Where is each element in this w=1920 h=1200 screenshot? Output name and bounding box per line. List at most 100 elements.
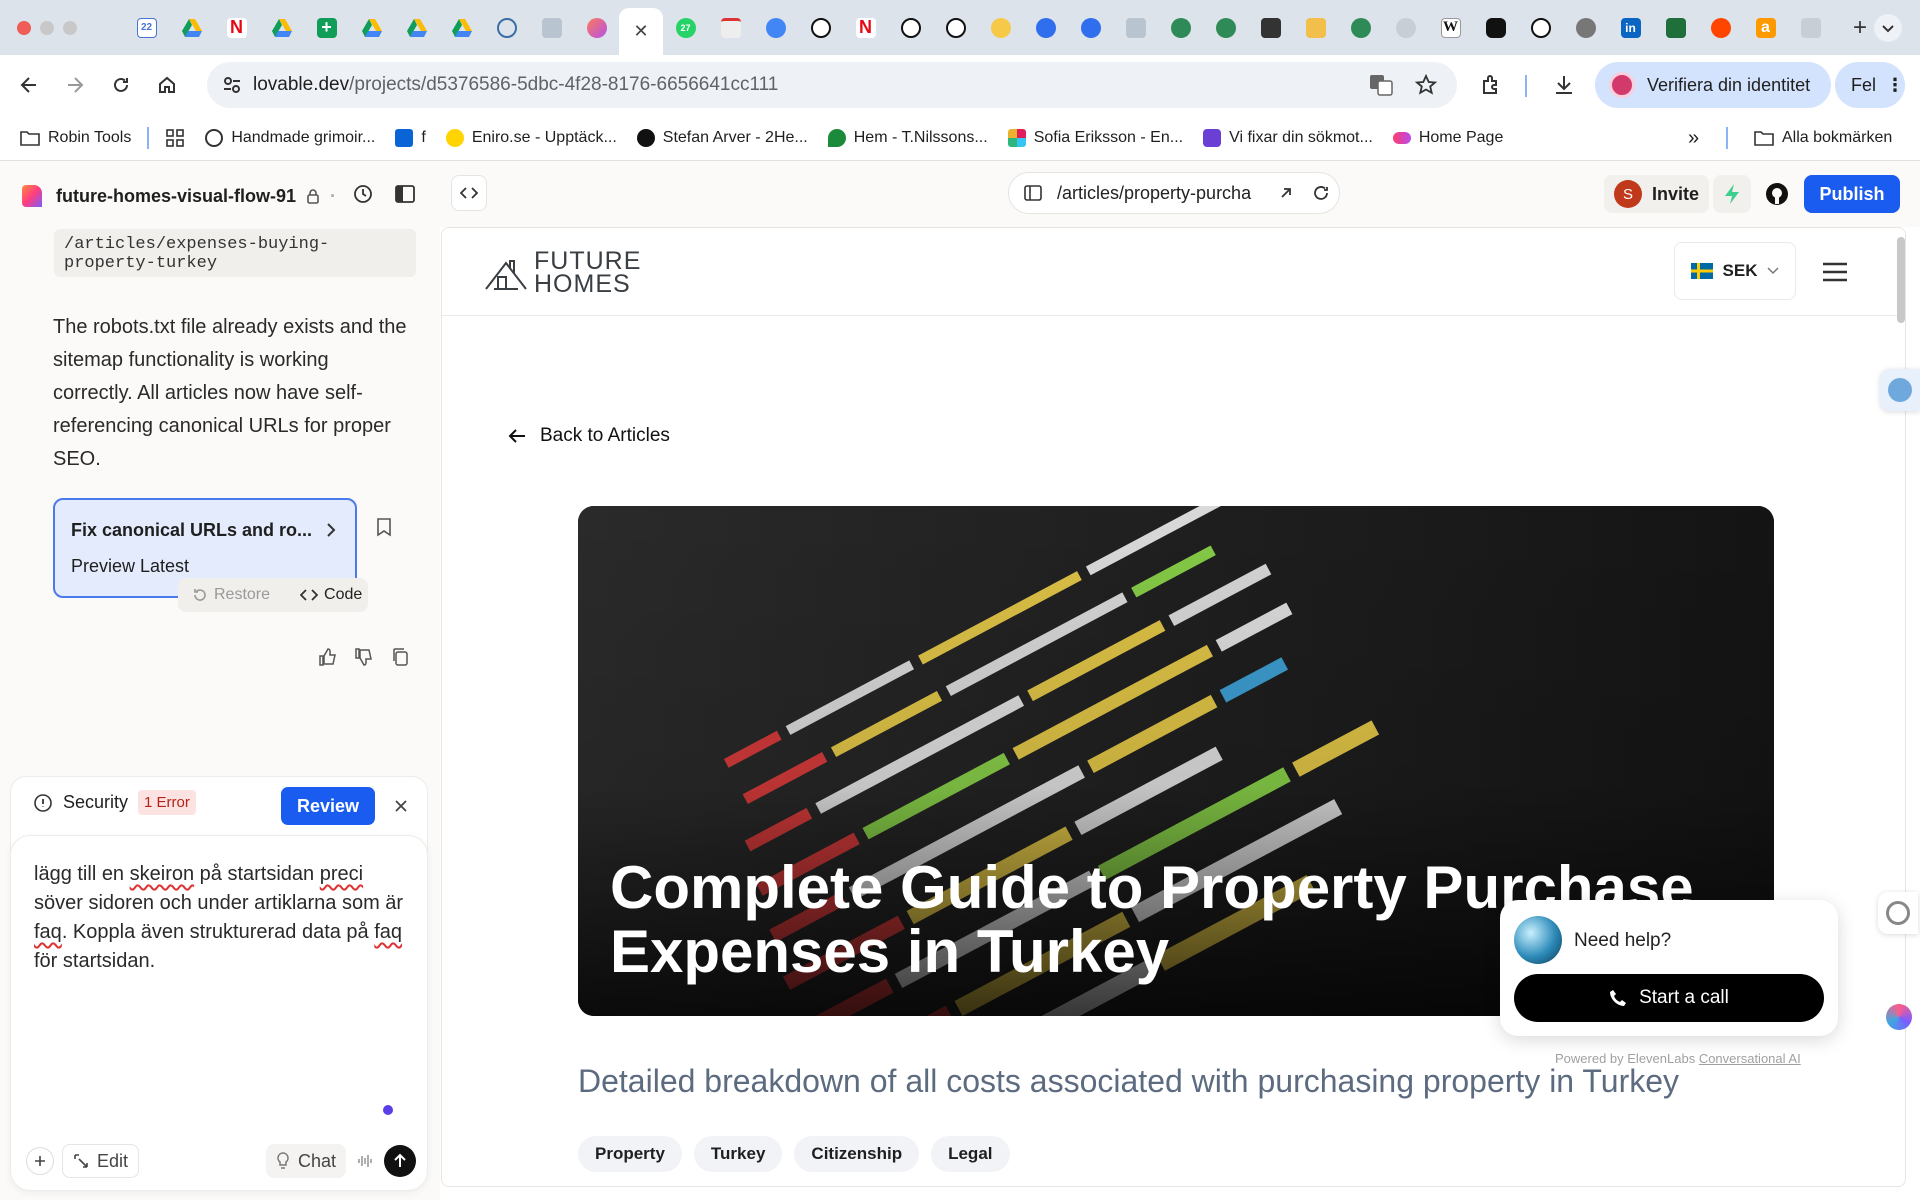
minimize-window-button[interactable] — [40, 20, 54, 35]
home-button[interactable] — [144, 62, 190, 108]
tab[interactable]: in — [1608, 0, 1653, 55]
tab[interactable] — [1383, 0, 1428, 55]
tab[interactable]: + — [304, 0, 349, 55]
tag-chip[interactable]: Citizenship — [794, 1136, 920, 1172]
back-button[interactable] — [6, 62, 52, 108]
tab[interactable] — [529, 0, 574, 55]
tab[interactable] — [259, 0, 304, 55]
tab[interactable] — [1203, 0, 1248, 55]
tab[interactable] — [169, 0, 214, 55]
code-view-button[interactable] — [451, 175, 487, 211]
side-extension-widget[interactable] — [1880, 369, 1920, 411]
tab[interactable] — [933, 0, 978, 55]
tab[interactable]: a — [1743, 0, 1788, 55]
tab[interactable]: W — [1428, 0, 1473, 55]
tab[interactable] — [1023, 0, 1068, 55]
thumbs-up-icon[interactable] — [318, 647, 338, 667]
back-to-articles-link[interactable]: Back to Articles — [508, 425, 670, 447]
tab[interactable] — [888, 0, 933, 55]
bookmark-item[interactable]: Eniro.se - Upptäck... — [436, 122, 627, 154]
translate-icon[interactable] — [1369, 74, 1393, 96]
preview-address-bar[interactable]: /articles/property-purcha — [1008, 172, 1340, 214]
copy-icon[interactable] — [391, 647, 409, 667]
tab[interactable] — [978, 0, 1023, 55]
close-icon[interactable] — [394, 799, 408, 813]
tab[interactable] — [1653, 0, 1698, 55]
more-bookmarks-icon[interactable]: » — [1688, 127, 1699, 150]
site-settings-icon[interactable] — [221, 74, 243, 96]
review-button[interactable]: Review — [281, 787, 375, 825]
reload-button[interactable] — [98, 62, 144, 108]
bookmark-item[interactable]: Sofia Eriksson - En... — [998, 122, 1193, 154]
voice-waveform-icon[interactable] — [356, 1152, 374, 1170]
history-icon[interactable] — [352, 183, 374, 205]
project-title[interactable]: future-homes-visual-flow-91 · — [20, 183, 336, 209]
new-tab-button[interactable]: + — [1845, 14, 1875, 42]
powered-by-link[interactable]: Conversational AI — [1699, 1051, 1801, 1066]
edit-button[interactable]: Edit — [62, 1144, 140, 1178]
tab[interactable] — [1563, 0, 1608, 55]
tab[interactable] — [1248, 0, 1293, 55]
bookmark-item[interactable]: Home Page — [1383, 122, 1514, 154]
bookmark-item[interactable]: Hem - T.Nilssons... — [818, 122, 998, 154]
tab[interactable] — [574, 0, 619, 55]
bookmark-item[interactable] — [155, 122, 195, 154]
tab[interactable] — [484, 0, 529, 55]
bookmark-item[interactable]: Vi fixar din sökmot... — [1193, 122, 1383, 154]
tab[interactable]: 22 — [124, 0, 169, 55]
bookmark-item[interactable]: Stefan Arver - 2He... — [627, 122, 818, 154]
tab[interactable]: N — [214, 0, 259, 55]
tab[interactable] — [708, 0, 753, 55]
address-bar[interactable]: lovable.dev/projects/d5376586-5dbc-4f28-… — [207, 62, 1457, 108]
publish-button[interactable]: Publish — [1804, 175, 1900, 213]
chat-input-text[interactable]: lägg till en skeiron på startsidan preci… — [34, 860, 414, 976]
future-homes-logo[interactable]: FUTURE HOMES — [484, 249, 641, 297]
code-button[interactable]: Code — [300, 586, 362, 604]
send-button[interactable] — [384, 1145, 416, 1177]
tag-chip[interactable]: Property — [578, 1136, 682, 1172]
profile-menu-button[interactable]: Fel ⋮ — [1835, 62, 1905, 108]
all-bookmarks[interactable]: Alla bokmärken — [1744, 122, 1902, 154]
refresh-icon[interactable] — [1312, 184, 1330, 202]
bookmark-item[interactable]: Handmade grimoir... — [195, 122, 385, 154]
invite-button[interactable]: S Invite — [1604, 175, 1710, 213]
close-window-button[interactable] — [17, 20, 31, 35]
bookmark-item[interactable]: f — [385, 122, 435, 154]
chat-mode-button[interactable]: Chat — [265, 1144, 346, 1178]
start-call-button[interactable]: Start a call — [1514, 974, 1824, 1022]
bookmark-star-icon[interactable] — [1415, 74, 1437, 96]
extensions-icon[interactable] — [1480, 73, 1504, 97]
restore-button[interactable]: Restore — [192, 586, 270, 604]
tab[interactable] — [1158, 0, 1203, 55]
attach-button[interactable] — [26, 1147, 54, 1175]
tab[interactable] — [798, 0, 843, 55]
tab[interactable]: N — [843, 0, 888, 55]
sidebar-toggle-icon[interactable] — [394, 183, 416, 205]
tab-search-button[interactable] — [1874, 14, 1902, 42]
tab[interactable] — [1113, 0, 1158, 55]
thumbs-down-icon[interactable] — [354, 647, 374, 667]
verify-identity-button[interactable]: Verifiera din identitet — [1595, 62, 1831, 108]
close-tab-icon[interactable]: ✕ — [633, 21, 648, 42]
side-extension-widget[interactable] — [1878, 892, 1918, 934]
tab[interactable] — [349, 0, 394, 55]
github-button[interactable] — [1758, 175, 1796, 213]
tab[interactable] — [1068, 0, 1113, 55]
currency-selector[interactable]: SEK — [1674, 242, 1796, 300]
tab[interactable] — [1338, 0, 1383, 55]
side-extension-widget[interactable] — [1878, 996, 1918, 1038]
tag-chip[interactable]: Turkey — [693, 1136, 783, 1172]
tab[interactable] — [1788, 0, 1833, 55]
maximize-window-button[interactable] — [63, 20, 77, 35]
tab[interactable]: 27 — [663, 0, 708, 55]
tab[interactable] — [394, 0, 439, 55]
tab[interactable] — [1518, 0, 1563, 55]
tab[interactable] — [753, 0, 798, 55]
bookmark-icon[interactable] — [376, 517, 392, 537]
tab[interactable] — [1293, 0, 1338, 55]
hamburger-menu-icon[interactable] — [1822, 262, 1848, 282]
tag-chip[interactable]: Legal — [931, 1136, 1010, 1172]
open-external-icon[interactable] — [1278, 185, 1294, 201]
tab[interactable] — [439, 0, 484, 55]
forward-button[interactable] — [52, 62, 98, 108]
